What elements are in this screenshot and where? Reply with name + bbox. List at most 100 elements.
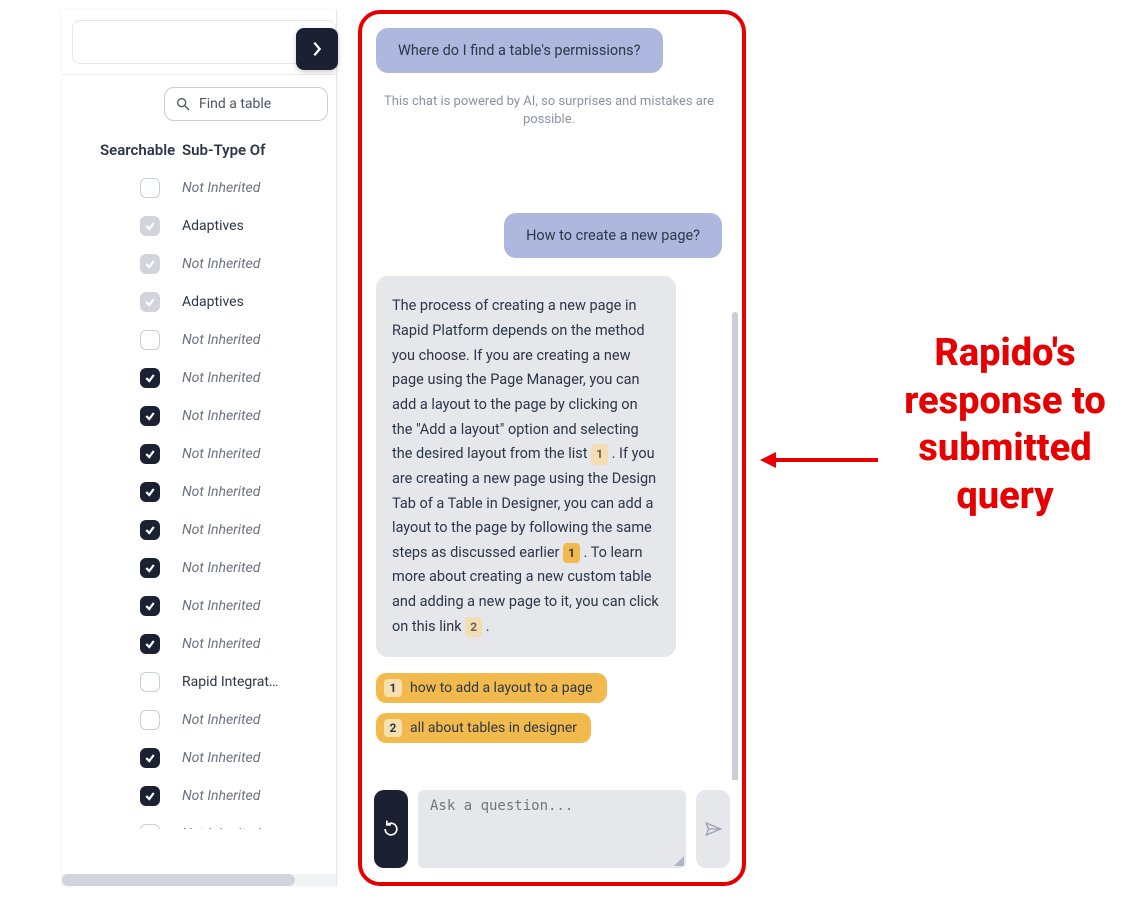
table-row[interactable]: Not Inherited bbox=[62, 321, 336, 359]
searchable-checkbox[interactable] bbox=[140, 292, 160, 312]
searchable-checkbox[interactable] bbox=[140, 596, 160, 616]
find-table-placeholder: Find a table bbox=[199, 96, 271, 112]
left-table-panel: Find a table Searchable Sub-Type Of Not … bbox=[62, 10, 337, 886]
cell-subtype[interactable]: Not Inherited bbox=[182, 256, 336, 272]
cell-checkbox bbox=[62, 178, 182, 198]
cell-checkbox bbox=[62, 748, 182, 768]
inline-ref-2[interactable]: 1 bbox=[563, 543, 580, 563]
cell-subtype[interactable]: Not Inherited bbox=[182, 408, 336, 424]
table-row[interactable]: Not Inherited bbox=[62, 473, 336, 511]
table-row[interactable]: Not Inherited bbox=[62, 359, 336, 397]
table-row[interactable]: Not Inherited bbox=[62, 701, 336, 739]
searchable-checkbox[interactable] bbox=[140, 444, 160, 464]
ref-chip-num: 1 bbox=[384, 679, 402, 697]
annotation-arrow bbox=[760, 450, 880, 470]
suggestion-bubble[interactable]: Where do I find a table's permissions? bbox=[376, 28, 663, 73]
find-table-input[interactable]: Find a table bbox=[164, 87, 328, 121]
searchable-checkbox[interactable] bbox=[140, 672, 160, 692]
cell-subtype[interactable]: Not Inherited bbox=[182, 788, 336, 804]
cell-checkbox bbox=[62, 216, 182, 236]
table-row[interactable]: Not Inherited bbox=[62, 511, 336, 549]
restart-icon bbox=[381, 819, 401, 839]
table-row[interactable]: Adaptives bbox=[62, 283, 336, 321]
cell-checkbox bbox=[62, 672, 182, 692]
cell-subtype[interactable]: Rapid Integrat… bbox=[182, 674, 336, 690]
inline-ref-3[interactable]: 2 bbox=[465, 617, 482, 637]
cell-checkbox bbox=[62, 710, 182, 730]
searchable-checkbox[interactable] bbox=[140, 330, 160, 350]
searchable-checkbox[interactable] bbox=[140, 558, 160, 578]
table-row[interactable]: Not Inherited bbox=[62, 549, 336, 587]
reference-chip-1[interactable]: 1 how to add a layout to a page bbox=[376, 673, 607, 703]
table-body: Not Inherited Adaptives Not Inherited Adapt… bbox=[62, 169, 336, 829]
header-subtype[interactable]: Sub-Type Of bbox=[182, 141, 336, 159]
table-row[interactable]: Not Inherited bbox=[62, 245, 336, 283]
table-row[interactable]: Not Inherited bbox=[62, 625, 336, 663]
searchable-checkbox[interactable] bbox=[140, 482, 160, 502]
inline-ref-1[interactable]: 1 bbox=[591, 444, 608, 464]
cell-checkbox bbox=[62, 368, 182, 388]
cell-subtype[interactable]: Not Inherited bbox=[182, 750, 336, 766]
cell-subtype[interactable]: Not Inherited bbox=[182, 826, 336, 829]
ref-chip-num: 2 bbox=[384, 719, 402, 737]
chat-scroll-region: Where do I find a table's permissions? T… bbox=[362, 14, 742, 780]
cell-subtype[interactable]: Not Inherited bbox=[182, 636, 336, 652]
cell-subtype[interactable]: Not Inherited bbox=[182, 598, 336, 614]
searchable-checkbox[interactable] bbox=[140, 520, 160, 540]
cell-checkbox bbox=[62, 634, 182, 654]
restart-button[interactable] bbox=[374, 790, 408, 868]
cell-subtype[interactable]: Not Inherited bbox=[182, 180, 336, 196]
chat-panel: Where do I find a table's permissions? T… bbox=[358, 10, 746, 886]
cell-checkbox bbox=[62, 482, 182, 502]
table-row[interactable]: Rapid Integrat… bbox=[62, 663, 336, 701]
table-row[interactable]: Not Inherited bbox=[62, 169, 336, 207]
resize-handle-icon[interactable] bbox=[674, 856, 684, 866]
send-icon bbox=[704, 820, 722, 838]
cell-checkbox bbox=[62, 520, 182, 540]
cell-subtype[interactable]: Not Inherited bbox=[182, 370, 336, 386]
searchable-checkbox[interactable] bbox=[140, 748, 160, 768]
searchable-checkbox[interactable] bbox=[140, 254, 160, 274]
annotation-text: Rapido's response to submitted query bbox=[880, 330, 1130, 520]
table-row[interactable]: Not Inherited bbox=[62, 397, 336, 435]
cell-subtype[interactable]: Not Inherited bbox=[182, 522, 336, 538]
searchable-checkbox[interactable] bbox=[140, 368, 160, 388]
table-row[interactable]: Not Inherited bbox=[62, 777, 336, 815]
cell-subtype[interactable]: Not Inherited bbox=[182, 712, 336, 728]
cell-subtype[interactable]: Not Inherited bbox=[182, 332, 336, 348]
searchable-checkbox[interactable] bbox=[140, 710, 160, 730]
ask-question-input[interactable] bbox=[418, 790, 686, 868]
collapse-panel-button[interactable] bbox=[296, 28, 338, 70]
ref-chip-label: how to add a layout to a page bbox=[410, 680, 593, 696]
table-row[interactable]: Not Inherited bbox=[62, 587, 336, 625]
table-row[interactable]: Not Inherited bbox=[62, 435, 336, 473]
cell-subtype[interactable]: Not Inherited bbox=[182, 560, 336, 576]
searchable-checkbox[interactable] bbox=[140, 178, 160, 198]
cell-checkbox bbox=[62, 824, 182, 829]
horizontal-scrollbar[interactable] bbox=[62, 874, 336, 886]
send-button[interactable] bbox=[696, 790, 730, 868]
cell-checkbox bbox=[62, 786, 182, 806]
table-row[interactable]: Not Inherited bbox=[62, 815, 336, 829]
cell-checkbox bbox=[62, 596, 182, 616]
user-message-text: How to create a new page? bbox=[526, 227, 700, 244]
reference-chip-2[interactable]: 2 all about tables in designer bbox=[376, 713, 591, 743]
cell-subtype[interactable]: Not Inherited bbox=[182, 484, 336, 500]
table-row[interactable]: Not Inherited bbox=[62, 739, 336, 777]
cell-subtype[interactable]: Adaptives bbox=[182, 218, 336, 234]
searchable-checkbox[interactable] bbox=[140, 216, 160, 236]
cell-checkbox bbox=[62, 330, 182, 350]
table-row[interactable]: Adaptives bbox=[62, 207, 336, 245]
chat-vertical-scrollbar[interactable] bbox=[732, 52, 738, 780]
searchable-checkbox[interactable] bbox=[140, 634, 160, 654]
cell-checkbox bbox=[62, 406, 182, 426]
cell-subtype[interactable]: Not Inherited bbox=[182, 446, 336, 462]
cell-subtype[interactable]: Adaptives bbox=[182, 294, 336, 310]
searchable-checkbox[interactable] bbox=[140, 786, 160, 806]
searchable-checkbox[interactable] bbox=[140, 824, 160, 829]
top-input-row bbox=[62, 10, 336, 75]
ai-text-1: The process of creating a new page in Ra… bbox=[392, 297, 645, 462]
reference-chips: 1 how to add a layout to a page 2 all ab… bbox=[376, 673, 722, 743]
header-searchable[interactable]: Searchable bbox=[62, 141, 182, 159]
searchable-checkbox[interactable] bbox=[140, 406, 160, 426]
